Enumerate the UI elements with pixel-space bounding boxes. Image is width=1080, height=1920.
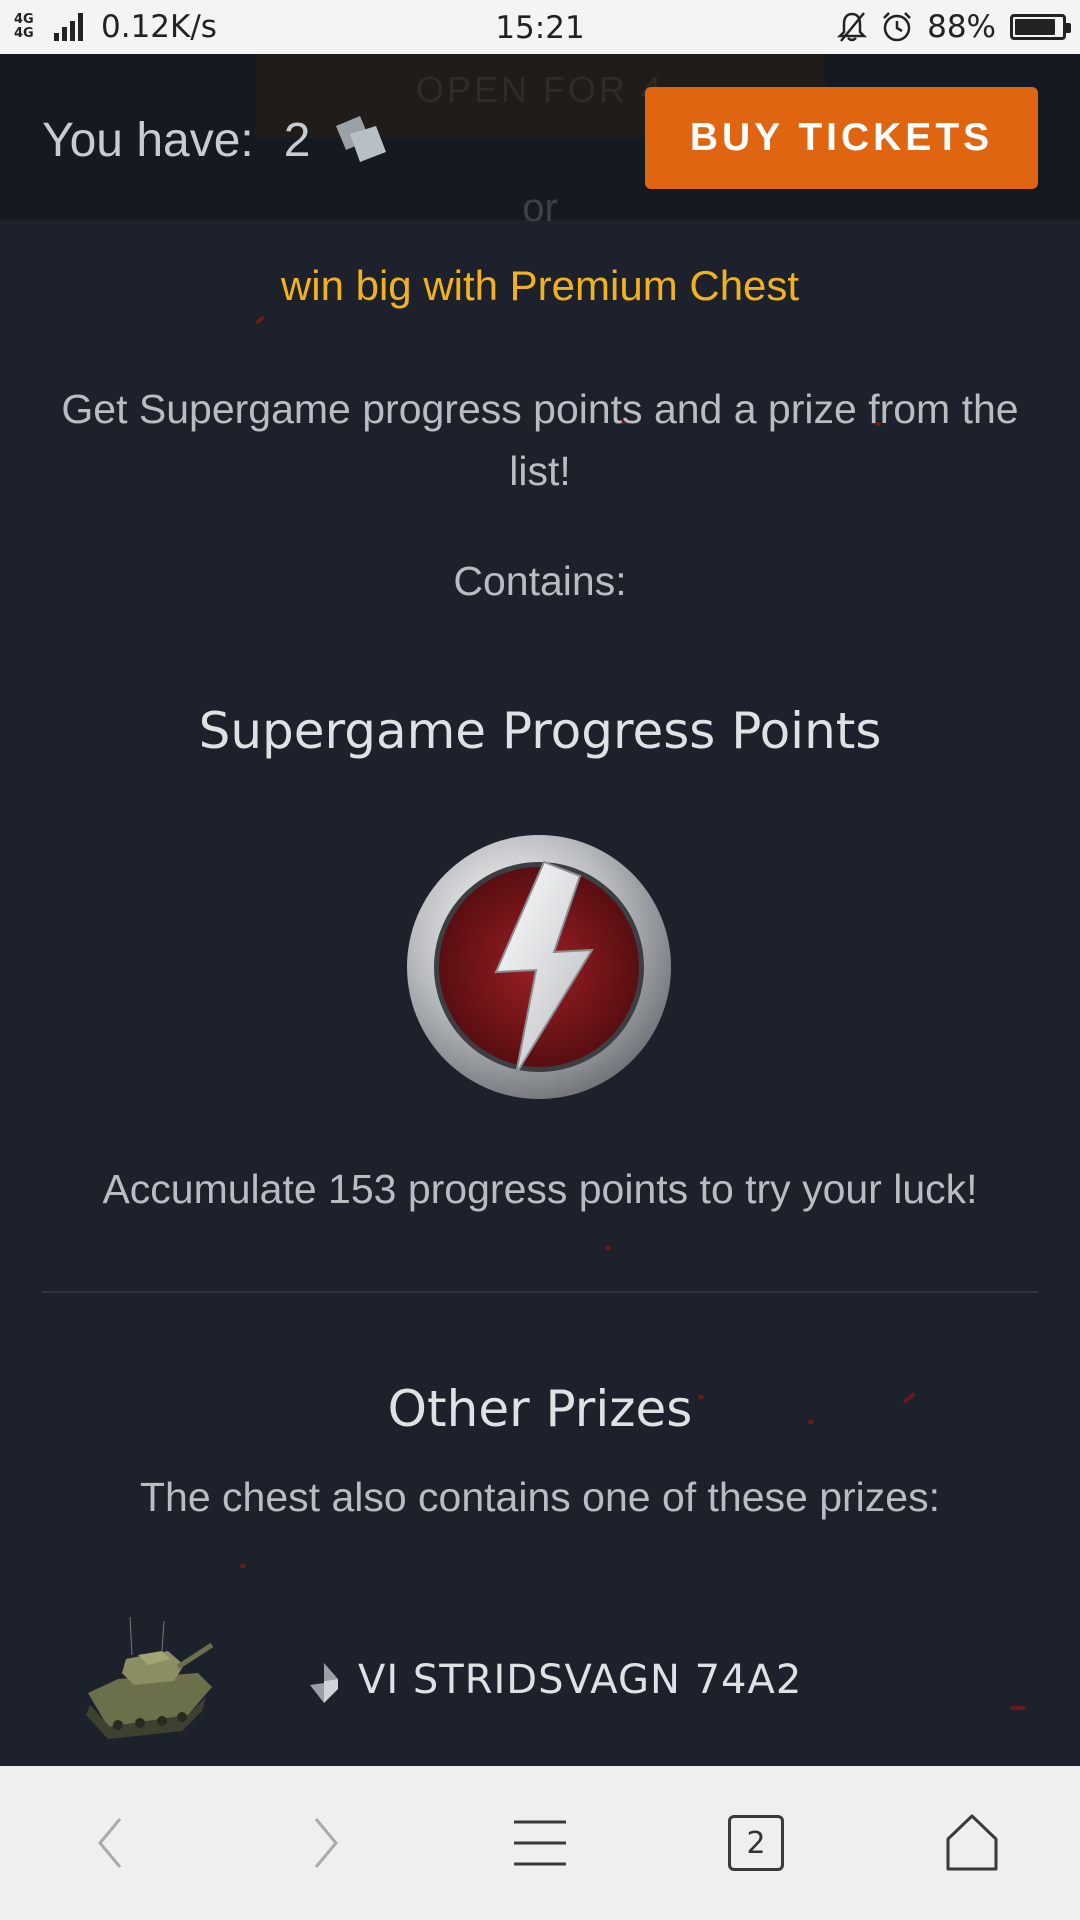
battery-icon [1010,14,1071,40]
spark-decoration [254,315,266,325]
spark-decoration [605,1246,611,1250]
ticket-count: 2 [283,113,311,167]
battery-percent: 88% [927,9,996,45]
prize-name: VI STRIDSVAGN 74A2 [358,1657,803,1703]
premium-chest-link[interactable]: win big with Premium Chest [0,262,1080,310]
or-separator: or [522,186,558,230]
lightning-badge-icon [407,835,671,1099]
spark-decoration [240,1564,246,1568]
menu-icon [514,1820,566,1866]
prize-item[interactable]: VI STRIDSVAGN 74A2 [0,1605,1080,1755]
home-icon [946,1814,998,1871]
section-divider [42,1291,1038,1293]
menu-button[interactable] [480,1766,600,1920]
you-have-label: You have: [42,113,254,167]
ticket-balance: You have: 2 [42,112,392,168]
supergame-title: Supergame Progress Points [198,702,882,760]
accumulate-text: Accumulate 153 progress points to try yo… [102,1166,978,1212]
other-prizes-title: Other Prizes [387,1380,693,1438]
chevron-right-icon [314,1818,338,1868]
ticket-icon [336,116,387,162]
back-button[interactable] [50,1766,170,1920]
tank-destroyer-class-icon [310,1663,338,1703]
premium-description: Get Supergame progress points and a priz… [61,386,1019,494]
status-bar: 4G 4G 0.12K/s 15:21 88% [0,0,1080,54]
contains-label: Contains: [453,558,627,604]
buy-tickets-button[interactable]: BUY TICKETS [645,87,1038,189]
chevron-left-icon [98,1818,122,1868]
alarm-icon [883,12,911,42]
tank-icon [86,1616,214,1739]
browser-nav-bar: 2 [0,1766,1080,1920]
other-prizes-description: The chest also contains one of these pri… [140,1474,940,1520]
tabs-button[interactable]: 2 [696,1766,816,1920]
tabs-count: 2 [728,1815,784,1871]
home-button[interactable] [912,1766,1032,1920]
bell-muted-icon [837,12,868,42]
forward-button[interactable] [266,1766,386,1920]
